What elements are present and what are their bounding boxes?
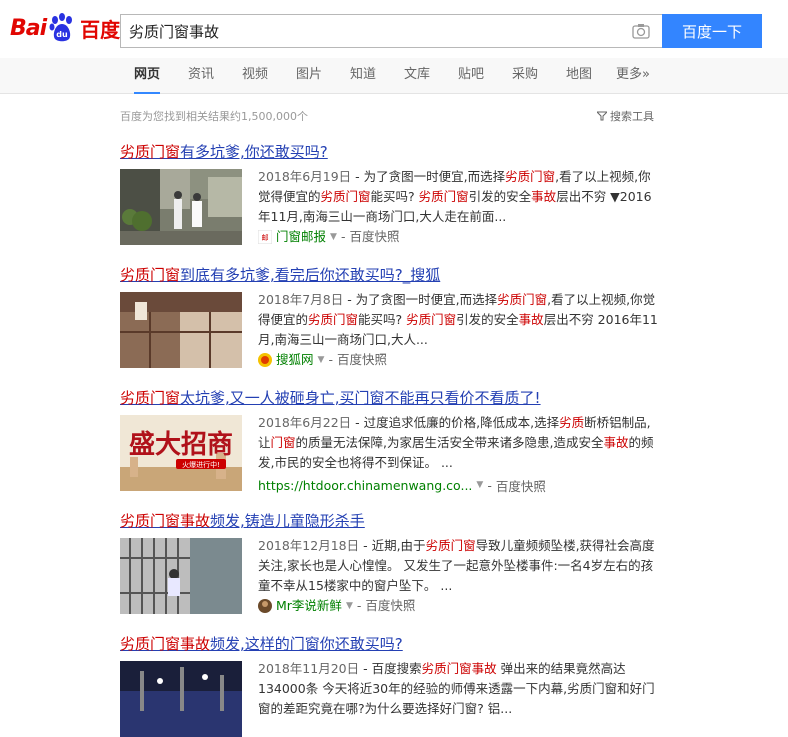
thumbnail-image xyxy=(120,661,242,737)
thumb-headline: 盛大招商 xyxy=(129,429,233,460)
baidu-logo[interactable]: Bai du 百度 xyxy=(10,10,120,46)
search-tools-label: 搜索工具 xyxy=(610,110,654,123)
result-title-link[interactable]: 劣质门窗太坑爹,又一人被砸身亡,买门窗不能再只看价不看质了! xyxy=(120,387,660,409)
camera-icon[interactable] xyxy=(632,23,650,39)
header: Bai du 百度 百度一下 xyxy=(0,0,788,58)
search-box[interactable] xyxy=(120,14,662,48)
tab-wenku[interactable]: 文库 xyxy=(404,58,430,94)
source-link[interactable]: Mr李说新鲜 xyxy=(276,596,342,616)
result-source-line: 邮 门窗邮报 ▼ - 百度快照 xyxy=(258,227,660,247)
logo-du: du xyxy=(56,30,68,39)
search-result: 劣质门窗事故频发,铸造儿童隐形杀手 2018年12月18日 - 近期,由于劣质门… xyxy=(120,510,660,614)
result-title-link[interactable]: 劣质门窗事故频发,铸造儿童隐形杀手 xyxy=(120,510,660,532)
result-snippet: 2018年6月19日 - 为了贪图一时便宜,而选择劣质门窗,看了以上视频,你觉得… xyxy=(258,167,660,247)
result-thumbnail[interactable] xyxy=(120,292,242,368)
kuaizhao-link[interactable]: 百度快照 xyxy=(496,476,546,495)
title-highlight: 劣质门窗 xyxy=(120,389,181,407)
result-snippet: 2018年11月20日 - 百度搜索劣质门窗事故 弹出来的结果竟然高达13400… xyxy=(258,659,660,719)
tab-news[interactable]: 资讯 xyxy=(188,58,214,94)
source-favicon: 邮 xyxy=(258,230,272,244)
title-text: 频发,铸造儿童隐形杀手 xyxy=(210,512,365,530)
result-source-line: https://htdoor.chinamenwang.co... ▼ - 百度… xyxy=(258,475,546,495)
filter-icon xyxy=(597,111,607,121)
divider: - xyxy=(340,229,346,244)
result-date: 2018年7月8日 xyxy=(258,292,344,307)
result-date: 2018年6月19日 xyxy=(258,169,352,184)
source-link[interactable]: 搜狐网 xyxy=(276,350,314,370)
result-source-line: Mr李说新鲜 ▼ - 百度快照 xyxy=(258,596,660,616)
thumb-subtext: 火爆进行中! xyxy=(182,460,220,469)
search-tools-button[interactable]: 搜索工具 xyxy=(597,108,654,124)
result-thumbnail[interactable] xyxy=(120,169,242,245)
result-date: 2018年11月20日 xyxy=(258,661,360,676)
logo-text-latin: Bai xyxy=(10,15,47,41)
result-title-link[interactable]: 劣质门窗到底有多坑爹,看完后你还敢买吗?_搜狐 xyxy=(120,264,660,286)
search-result: 劣质门窗到底有多坑爹,看完后你还敢买吗?_搜狐 2018年7月8日 - 为了贪图… xyxy=(120,264,660,368)
logo-text-zh: 百度 xyxy=(80,17,121,42)
tab-video[interactable]: 视频 xyxy=(242,58,268,94)
result-thumbnail[interactable] xyxy=(120,661,242,737)
divider: - xyxy=(356,598,362,613)
title-text: 有多坑爹,你还敢买吗? xyxy=(180,143,328,161)
result-thumbnail[interactable] xyxy=(120,538,242,614)
thumbnail-image xyxy=(120,538,242,614)
sohu-favicon xyxy=(258,353,272,367)
divider: - xyxy=(487,477,492,493)
tab-map[interactable]: 地图 xyxy=(566,58,592,94)
source-link[interactable]: https://htdoor.chinamenwang.co... xyxy=(258,478,472,493)
result-source-line: 搜狐网 ▼ - 百度快照 xyxy=(258,350,660,370)
title-text: 太坑爹,又一人被砸身亡,买门窗不能再只看价不看质了! xyxy=(180,389,541,407)
search-result: 劣质门窗事故频发,这样的门窗你还敢买吗? 2018年11月20日 - 百度搜索劣… xyxy=(120,633,660,737)
tab-more[interactable]: 更多» xyxy=(616,58,650,94)
tab-zhidao[interactable]: 知道 xyxy=(350,58,376,94)
result-snippet: 2018年7月8日 - 为了贪图一时便宜,而选择劣质门窗,看了以上视频,你觉得便… xyxy=(258,290,660,370)
kuaizhao-link[interactable]: 百度快照 xyxy=(365,596,415,616)
dropdown-arrow-icon[interactable]: ▼ xyxy=(476,480,483,490)
search-result: 劣质门窗有多坑爹,你还敢买吗? 2018年6月19日 - 为了贪图一时便宜,而选… xyxy=(120,141,660,245)
search-category-nav: 网页 资讯 视频 图片 知道 文库 贴吧 采购 地图 更多» xyxy=(0,58,788,94)
result-count: 百度为您找到相关结果约1,500,000个 xyxy=(120,110,308,123)
dropdown-arrow-icon[interactable]: ▼ xyxy=(330,227,337,247)
tab-tieba[interactable]: 贴吧 xyxy=(458,58,484,94)
source-link[interactable]: 门窗邮报 xyxy=(276,227,326,247)
dropdown-arrow-icon[interactable]: ▼ xyxy=(346,596,353,616)
search-button[interactable]: 百度一下 xyxy=(662,14,762,48)
tab-images[interactable]: 图片 xyxy=(296,58,322,94)
title-highlight: 劣质门窗事故 xyxy=(120,635,211,653)
result-title-link[interactable]: 劣质门窗有多坑爹,你还敢买吗? xyxy=(120,141,660,163)
thumbnail-image: 盛大招商 火爆进行中! xyxy=(120,415,242,491)
title-text: 到底有多坑爹,看完后你还敢买吗?_搜狐 xyxy=(180,266,441,284)
title-highlight: 劣质门窗 xyxy=(120,143,181,161)
tab-caigou[interactable]: 采购 xyxy=(512,58,538,94)
result-date: 2018年6月22日 xyxy=(258,415,352,430)
kuaizhao-link[interactable]: 百度快照 xyxy=(337,350,387,370)
title-highlight: 劣质门窗事故 xyxy=(120,512,211,530)
search-input[interactable] xyxy=(121,15,611,47)
result-thumbnail[interactable]: 盛大招商 火爆进行中! xyxy=(120,415,242,491)
tab-web[interactable]: 网页 xyxy=(134,58,161,94)
thumbnail-image xyxy=(120,169,242,245)
divider: - xyxy=(328,352,333,367)
thumbnail-image xyxy=(120,292,242,368)
title-highlight: 劣质门窗 xyxy=(120,266,181,284)
result-snippet: 2018年12月18日 - 近期,由于劣质门窗导致儿童频频坠楼,获得社会高度关注… xyxy=(258,536,660,616)
search-result: 劣质门窗太坑爹,又一人被砸身亡,买门窗不能再只看价不看质了! 盛大招商 火爆进行… xyxy=(120,387,660,494)
result-snippet: 2018年6月22日 - 过度追求低廉的价格,降低成本,选择劣质断桥铝制品,让门… xyxy=(258,413,660,473)
author-avatar xyxy=(258,599,272,613)
paw-icon: du xyxy=(49,13,73,42)
result-date: 2018年12月18日 xyxy=(258,538,360,553)
kuaizhao-link[interactable]: 百度快照 xyxy=(349,227,399,247)
result-title-link[interactable]: 劣质门窗事故频发,这样的门窗你还敢买吗? xyxy=(120,633,660,655)
dropdown-arrow-icon[interactable]: ▼ xyxy=(318,350,325,370)
svg-text:邮: 邮 xyxy=(262,233,269,242)
title-text: 频发,这样的门窗你还敢买吗? xyxy=(210,635,403,653)
